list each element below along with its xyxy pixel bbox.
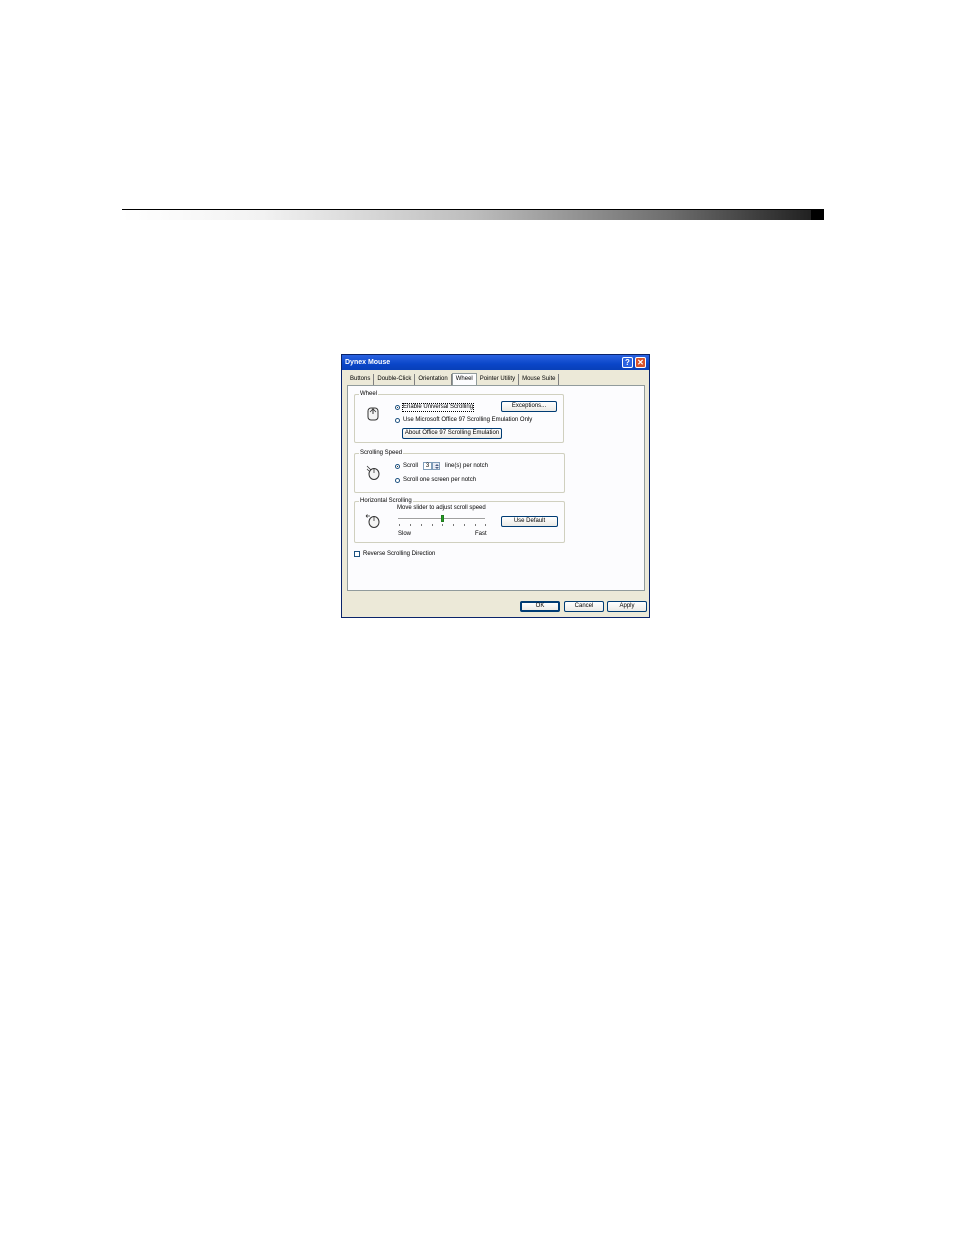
help-icon[interactable]: ? (622, 357, 633, 368)
use-default-button[interactable]: Use Default (501, 516, 558, 527)
radio-enable-universal-scrolling[interactable] (395, 405, 400, 410)
reverse-scrolling-checkbox[interactable] (354, 551, 360, 557)
header-bar-cap (811, 210, 824, 220)
wheel-scroll-icon (367, 407, 379, 421)
slider-tick (432, 524, 433, 526)
scroll-lines-input[interactable]: 3 (423, 462, 432, 470)
wheel-group: Wheel Enable Universal Scrolling Use Mic… (354, 390, 564, 443)
slider-tick (464, 524, 465, 526)
apply-button[interactable]: Apply (607, 601, 647, 612)
dialog-titlebar[interactable]: Dynex Mouse ? ✕ (342, 355, 649, 370)
spin-up-icon[interactable] (435, 464, 439, 466)
mouse-speed-icon (366, 465, 380, 480)
tab-buttons[interactable]: Buttons (347, 374, 375, 385)
scrolling-speed-group: Scrolling Speed Scroll 3 line(s) per not… (354, 449, 565, 493)
label-scroll-one-screen: Scroll one screen per notch (403, 477, 477, 483)
label-scroll: Scroll (403, 463, 419, 469)
header-gradient-bar (122, 210, 824, 220)
scroll-lines-spinner[interactable] (432, 462, 440, 470)
close-icon[interactable]: ✕ (635, 357, 646, 368)
label-move-slider-hint: Move slider to adjust scroll speed (397, 505, 486, 511)
label-office97-emulation: Use Microsoft Office 97 Scrolling Emulat… (403, 417, 533, 423)
ok-button[interactable]: OK (520, 601, 560, 612)
about-office97-button[interactable]: About Office 97 Scrolling Emulation (402, 428, 502, 439)
tab-strip: Buttons Double-Click Orientation Wheel P… (347, 373, 560, 385)
slider-tick (442, 524, 443, 526)
radio-scroll-one-screen[interactable] (395, 478, 400, 483)
mouse-horizontal-icon (365, 514, 380, 528)
tab-mouse-suite[interactable]: Mouse Suite (519, 374, 560, 385)
tab-pointer-utility[interactable]: Pointer Utility (477, 374, 520, 385)
scrolling-speed-legend: Scrolling Speed (359, 449, 404, 457)
radio-scroll-lines[interactable] (395, 464, 400, 469)
horizontal-scrolling-legend: Horizontal Scrolling (359, 497, 413, 505)
slider-tick (475, 524, 476, 526)
label-lines-per-notch: line(s) per notch (445, 463, 489, 469)
slider-tick (421, 524, 422, 526)
slider-tick (453, 524, 454, 526)
tab-double-click[interactable]: Double-Click (374, 374, 416, 385)
tab-wheel[interactable]: Wheel (451, 373, 477, 385)
slider-tick (485, 524, 486, 526)
label-fast: Fast (475, 531, 487, 537)
label-reverse-scrolling: Reverse Scrolling Direction (363, 551, 436, 557)
label-slow: Slow (398, 531, 412, 537)
wheel-tab-panel: Wheel Enable Universal Scrolling Use Mic… (347, 385, 645, 591)
label-enable-universal-scrolling: Enable Universal Scrolling (401, 403, 475, 412)
wheel-group-legend: Wheel (359, 390, 379, 398)
mouse-properties-dialog: Dynex Mouse ? ✕ Buttons Double-Click Ori… (341, 354, 650, 618)
dialog-title: Dynex Mouse (345, 359, 391, 366)
tab-orientation[interactable]: Orientation (415, 374, 452, 385)
slider-tick (410, 524, 411, 526)
horizontal-speed-slider-thumb[interactable] (440, 515, 444, 522)
cancel-button[interactable]: Cancel (564, 601, 604, 612)
slider-tick (399, 524, 400, 526)
radio-office97-emulation[interactable] (395, 418, 400, 423)
exceptions-button[interactable]: Exceptions... (501, 401, 557, 412)
spin-down-icon[interactable] (435, 467, 439, 469)
horizontal-scrolling-group: Horizontal Scrolling Move slider to adju… (354, 497, 565, 543)
